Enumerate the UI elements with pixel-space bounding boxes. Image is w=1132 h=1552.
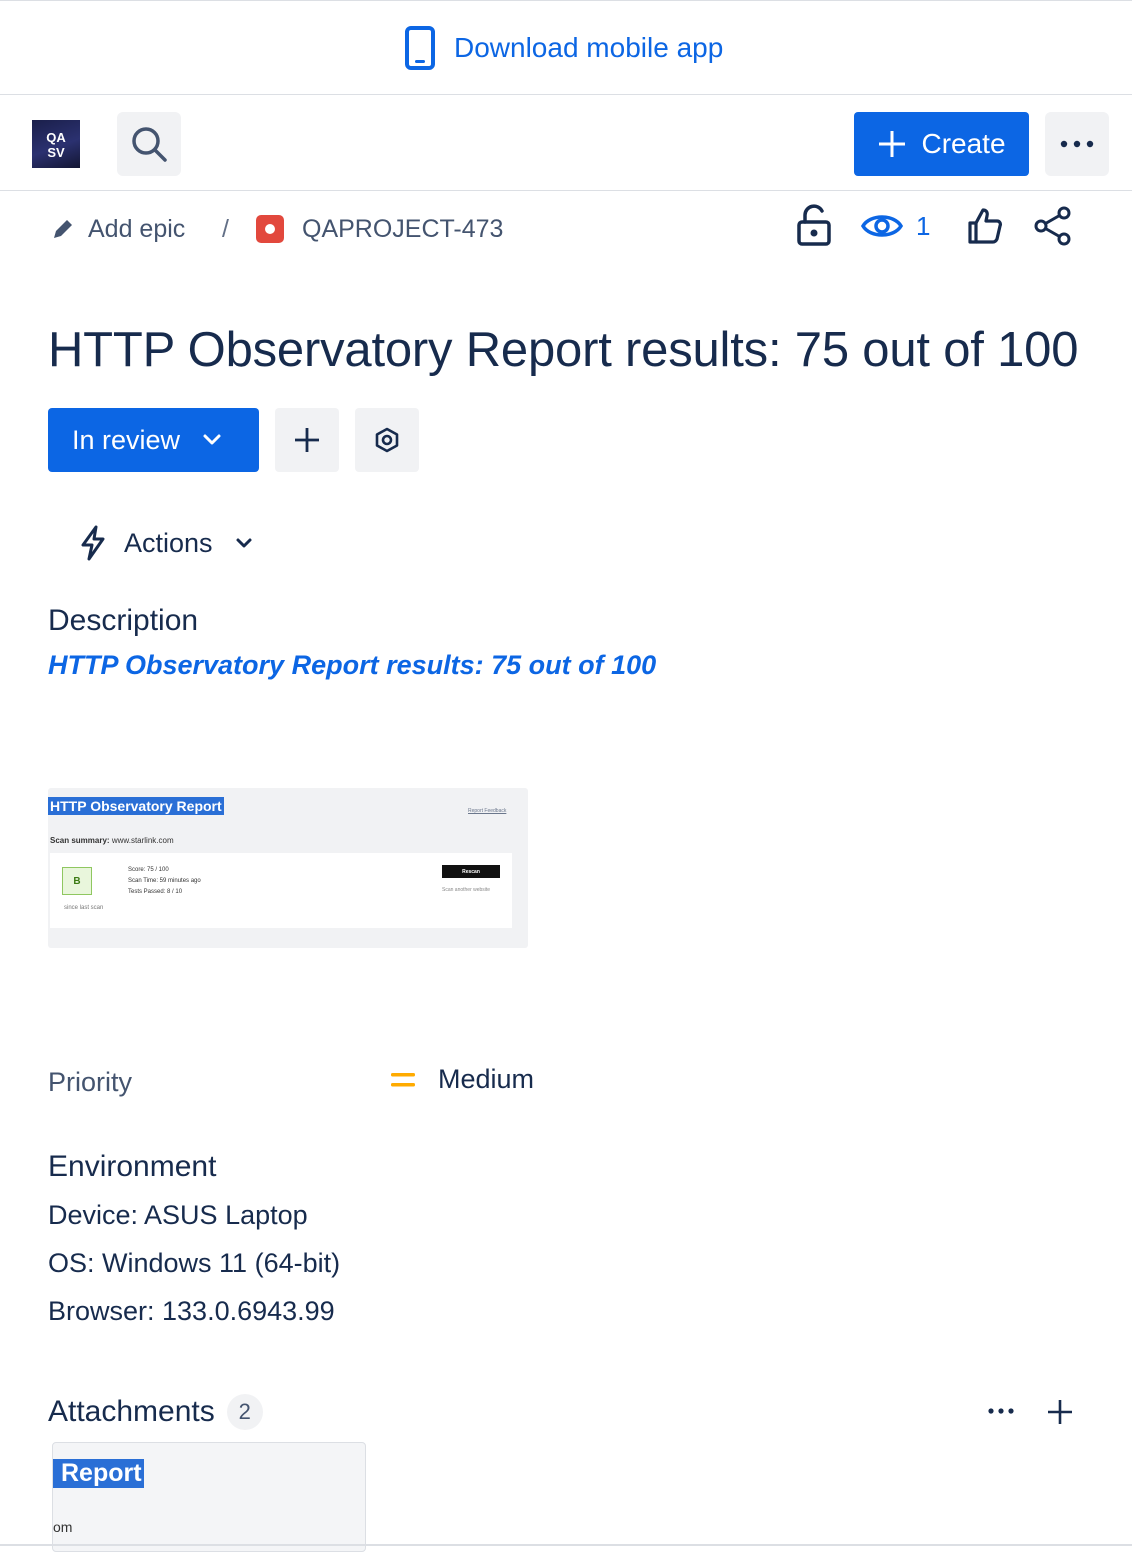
attachments-more-button[interactable]: [984, 1398, 1018, 1424]
share-icon: [1034, 206, 1072, 246]
issue-title[interactable]: HTTP Observatory Report results: 75 out …: [48, 322, 1078, 378]
issue-key: QAPROJECT-473: [302, 214, 504, 243]
download-mobile-app-link[interactable]: Download mobile app: [404, 26, 723, 70]
environment-browser: Browser: 133.0.6943.99: [48, 1296, 335, 1326]
attachment-preview-subtext: om: [53, 1519, 73, 1535]
attachments-heading: Attachments: [48, 1395, 215, 1428]
priority-value: Medium: [438, 1064, 535, 1094]
bug-icon: [256, 215, 284, 243]
priority-label: Priority: [48, 1067, 133, 1097]
add-button[interactable]: [275, 408, 339, 472]
lightning-icon: [78, 525, 108, 561]
thumbnail-since: since last scan: [64, 905, 104, 911]
search-icon: [129, 124, 169, 164]
thumbnail-summary: Scan summary: www.starlink.com: [50, 836, 174, 845]
actions-label: Actions: [124, 527, 213, 558]
thumbnail-scan-card: B Score: 75 / 100 Scan Time: 59 minutes …: [50, 853, 512, 928]
mobile-phone-icon: [404, 26, 436, 70]
issue-key-link[interactable]: QAPROJECT-473: [256, 206, 503, 252]
status-label: In review: [72, 424, 181, 455]
thumbnail-scan-time: Scan Time: 59 minutes ago: [128, 878, 201, 884]
eye-icon: [860, 206, 904, 246]
add-epic-link[interactable]: Add epic: [50, 206, 185, 252]
hexagon-target-icon: [373, 426, 401, 454]
description-heading: Description: [48, 604, 199, 637]
create-label: Create: [921, 128, 1006, 159]
environment-heading: Environment: [48, 1150, 217, 1183]
priority-field[interactable]: Medium: [390, 1064, 534, 1095]
plus-icon: [293, 426, 321, 454]
chevron-down-icon: [235, 537, 253, 549]
search-button[interactable]: [117, 112, 181, 176]
description-image-thumbnail[interactable]: HTTP Observatory Report Report Feedback …: [48, 788, 528, 948]
thumbnail-score: Score: 75 / 100: [128, 867, 169, 873]
more-options-button[interactable]: [1045, 112, 1109, 176]
environment-os: OS: Windows 11 (64-bit): [48, 1248, 341, 1278]
priority-medium-icon: [390, 1070, 416, 1090]
thumbnail-scan-another: Scan another website: [442, 887, 491, 893]
thumbnail-rescan: Rescan: [442, 865, 500, 878]
unlock-icon: [796, 204, 832, 248]
thumbnail-title: HTTP Observatory Report: [48, 797, 224, 815]
create-button[interactable]: Create: [854, 112, 1029, 176]
attachment-card[interactable]: Report om: [52, 1442, 366, 1552]
plus-icon: [877, 129, 907, 159]
add-epic-label: Add epic: [88, 214, 186, 243]
description-link[interactable]: HTTP Observatory Report results: 75 out …: [48, 650, 656, 681]
lock-button[interactable]: [796, 204, 832, 248]
attachment-preview-title: Report: [53, 1459, 144, 1488]
chevron-down-icon: [202, 433, 222, 447]
plus-icon: [1046, 1398, 1074, 1426]
project-avatar[interactable]: QA SV: [32, 120, 80, 168]
apps-button[interactable]: [355, 408, 419, 472]
thumbnail-feedback-link: Report Feedback: [468, 808, 507, 814]
share-button[interactable]: [1034, 206, 1072, 246]
pencil-icon: [50, 216, 76, 242]
actions-dropdown[interactable]: Actions: [78, 525, 253, 561]
more-horizontal-icon: [1059, 139, 1095, 149]
add-attachment-button[interactable]: [1046, 1398, 1074, 1426]
attachments-count-badge: 2: [226, 1394, 263, 1430]
environment-device: Device: ASUS Laptop: [48, 1200, 308, 1230]
thumbs-up-icon: [966, 206, 1004, 246]
thumbnail-grade: B: [62, 867, 92, 895]
attachments-header: Attachments 2: [48, 1394, 263, 1430]
vote-button[interactable]: [966, 206, 1004, 246]
thumbnail-tests-passed: Tests Passed: 8 / 10: [128, 889, 183, 895]
breadcrumb-separator: /: [222, 214, 229, 243]
download-mobile-app-label: Download mobile app: [454, 32, 724, 63]
status-dropdown[interactable]: In review: [48, 408, 259, 472]
watch-button[interactable]: 1: [860, 206, 930, 246]
watch-count: 1: [916, 210, 931, 241]
more-horizontal-icon: [984, 1398, 1018, 1424]
